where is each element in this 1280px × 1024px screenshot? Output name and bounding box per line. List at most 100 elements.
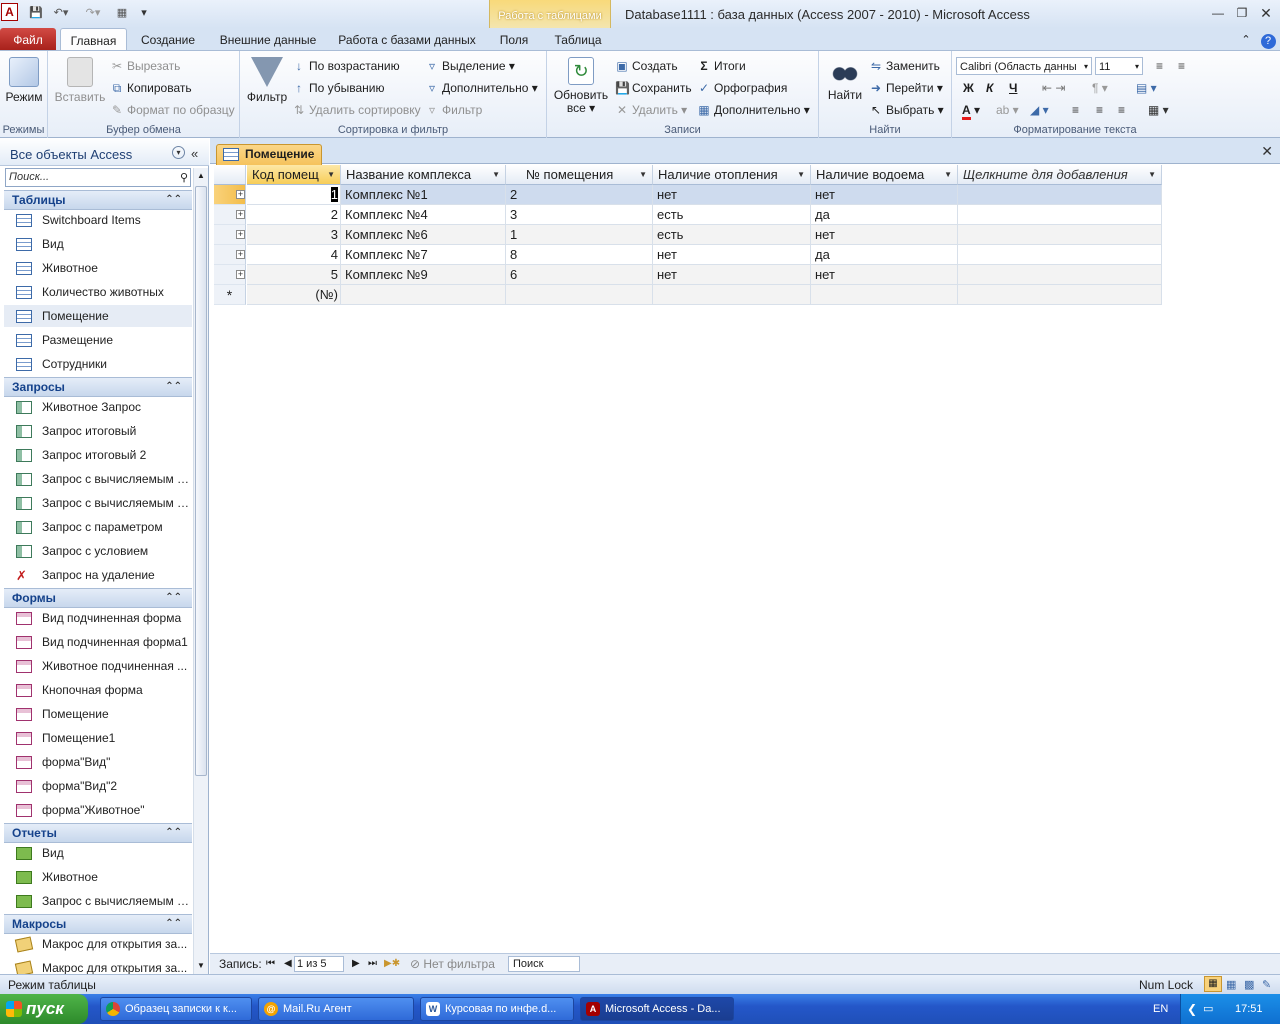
nav-scrollbar[interactable]: ▲ ▼ [193,168,208,974]
nav-item-table[interactable]: Сотрудники [4,353,192,375]
sort-descending-button[interactable]: ↑ По убыванию [292,79,385,97]
nav-item-form[interactable]: Животное подчиненная ... [4,655,192,677]
record-selector[interactable]: + [214,185,246,205]
close-icon[interactable]: ✕ [1257,5,1275,21]
collapse-pane-icon[interactable]: « [191,146,198,161]
nav-item-table[interactable]: Вид [4,233,192,255]
datasheet-view-icon[interactable]: ▦ [1204,976,1222,992]
refresh-all-button[interactable]: ↻ Обновить все ▾ [551,57,611,115]
cell-kod[interactable]: 2 [247,205,341,225]
nav-item-table[interactable]: Количество животных [4,281,192,303]
section-reports[interactable]: Отчеты ⌃⌃ [4,823,192,843]
pivottable-view-icon[interactable]: ▦ [1226,976,1236,994]
dropdown-arrow-icon[interactable]: ▼ [944,165,952,184]
design-view-icon[interactable]: ✎ [1262,976,1271,994]
taskbar-item-mailru[interactable]: @ Mail.Ru Агент [258,997,414,1021]
first-record-icon[interactable]: ⏮ [266,954,275,974]
fill-color-icon[interactable]: ◢ ▾ [1030,101,1049,119]
section-forms[interactable]: Формы ⌃⌃ [4,588,192,608]
nav-item-form[interactable]: форма"Животное" [4,799,192,821]
section-queries[interactable]: Запросы ⌃⌃ [4,377,192,397]
advanced-filter-button[interactable]: ▿ Дополнительно ▾ [425,79,538,97]
redo-icon[interactable]: ↷▾ [82,4,104,22]
section-macros[interactable]: Макросы ⌃⌃ [4,914,192,934]
cell-kod[interactable]: 4 [247,245,341,265]
column-header-otoplenie[interactable]: Наличие отопления ▼ [653,165,811,185]
restore-icon[interactable]: ❐ [1233,5,1251,21]
scroll-up-icon[interactable]: ▲ [194,168,208,184]
save-icon[interactable]: 💾 [28,4,44,22]
network-icon[interactable]: ▭ [1203,994,1213,1024]
document-tab-pomeshchenie[interactable]: Помещение [216,144,322,165]
previous-record-icon[interactable]: ◀ [284,954,292,974]
last-record-icon[interactable]: ⏭ [368,954,377,974]
language-indicator[interactable]: EN [1153,994,1168,1024]
select-button[interactable]: ↖ Выбрать ▾ [869,101,944,119]
access-logo-icon[interactable]: A [1,3,18,21]
numbering-icon[interactable]: ≡ [1178,57,1185,75]
nav-item-query[interactable]: Животное Запрос [4,396,192,418]
section-tables[interactable]: Таблицы ⌃⌃ [4,190,192,210]
italic-button[interactable]: К [986,79,993,97]
nav-item-table[interactable]: Животное [4,257,192,279]
cell-new-kod[interactable]: (№) [247,285,341,305]
expand-plus-icon[interactable]: + [236,210,245,219]
close-document-icon[interactable]: ✕ [1261,143,1273,160]
nav-search-input[interactable]: Поиск... [5,168,191,187]
taskbar-item-word[interactable]: W Курсовая по инфе.d... [420,997,574,1021]
next-record-icon[interactable]: ▶ [352,954,360,974]
record-selector[interactable]: + [214,205,246,225]
cell-empty[interactable] [958,205,1162,225]
dropdown-arrow-icon[interactable]: ▼ [639,165,647,184]
undo-icon[interactable]: ↶▾ [50,4,72,22]
nav-item-query[interactable]: Запрос с вычисляемым п... [4,492,192,514]
nav-item-query[interactable]: Запрос с условием [4,540,192,562]
cell-nazvanie[interactable]: Комплекс №9 [341,265,506,285]
cell-vodoem[interactable]: да [811,245,958,265]
taskbar-item-chrome[interactable]: Образец записки к к... [100,997,252,1021]
nav-item-form[interactable]: Вид подчиненная форма [4,607,192,629]
cell-nomer[interactable]: 1 [506,225,653,245]
nav-header[interactable]: Все объекты Access ▾ « [0,138,209,166]
tab-table[interactable]: Таблица [548,28,608,50]
nav-item-report[interactable]: Вид [4,842,192,864]
tab-home[interactable]: Главная [60,28,127,50]
new-record-marker[interactable]: * [214,285,246,305]
nav-item-query[interactable]: ✗ Запрос на удаление [4,564,192,586]
record-selector[interactable]: + [214,225,246,245]
expand-plus-icon[interactable]: + [236,250,245,259]
nav-menu-icon[interactable]: ▾ [172,146,185,159]
taskbar-item-access[interactable]: A Microsoft Access - Da... [580,997,734,1021]
alternate-row-color-icon[interactable]: ▦ ▾ [1148,101,1169,119]
no-filter-button[interactable]: ⊘ Нет фильтра [410,954,495,974]
font-name-select[interactable]: Calibri (Область данны ▾ [956,57,1092,75]
cell-empty[interactable] [958,285,1162,305]
save-record-button[interactable]: 💾 Сохранить [615,79,692,97]
cell-otoplenie[interactable]: нет [653,245,811,265]
cut-button[interactable]: ✂ Вырезать [110,57,180,75]
nav-item-form[interactable]: Кнопочная форма [4,679,192,701]
toggle-filter-button[interactable]: ▿ Фильтр [425,101,482,119]
cell-nazvanie[interactable]: Комплекс №7 [341,245,506,265]
column-header-add-field[interactable]: Щелкните для добавления ▼ [958,165,1162,185]
cell-kod[interactable]: 1 [247,185,341,205]
nav-item-query[interactable]: Запрос итоговый 2 [4,444,192,466]
column-header-nomer[interactable]: № помещения ▼ [506,165,653,185]
quick-print-icon[interactable]: ▦ [113,4,131,22]
align-left-icon[interactable]: ≡ [1072,101,1079,119]
delete-record-button[interactable]: ✕ Удалить ▾ [615,101,687,119]
expand-plus-icon[interactable]: + [236,270,245,279]
minimize-icon[interactable]: — [1209,5,1227,21]
cell-empty[interactable] [341,285,506,305]
totals-button[interactable]: Σ Итоги [697,57,745,75]
collapse-ribbon-icon[interactable]: ⌃ [1238,28,1254,50]
goto-button[interactable]: ➜ Перейти ▾ [869,79,943,97]
cell-vodoem[interactable]: нет [811,225,958,245]
dropdown-arrow-icon[interactable]: ▼ [1148,165,1156,184]
cell-nomer[interactable]: 2 [506,185,653,205]
nav-item-query[interactable]: Запрос итоговый [4,420,192,442]
more-records-button[interactable]: ▦ Дополнительно ▾ [697,101,809,119]
tab-create[interactable]: Создание [133,28,203,50]
indent-icon[interactable]: ⇤ ⇥ [1042,79,1065,97]
column-header-nazvanie[interactable]: Название комплекса ▼ [341,165,506,185]
